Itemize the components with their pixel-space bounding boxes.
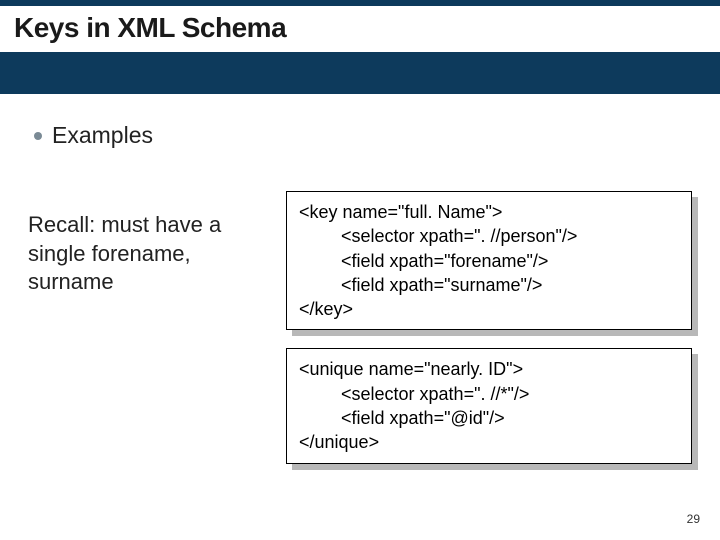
bullet-line: Examples [28,122,692,149]
page-number: 29 [687,512,700,526]
code-line: <selector xpath=". //*"/> [299,382,679,406]
code-line: <field xpath="surname"/> [299,273,679,297]
recall-text: Recall: must have a single forename, sur… [28,191,268,297]
code-line: </key> [299,299,353,319]
title-band [0,52,720,94]
slide-title: Keys in XML Schema [0,6,720,52]
slide-content: Examples Recall: must have a single fore… [0,94,720,464]
code-line: </unique> [299,432,379,452]
code-line: <unique name="nearly. ID"> [299,359,523,379]
code-line: <selector xpath=". //person"/> [299,224,679,248]
code-box-2: <unique name="nearly. ID"> <selector xpa… [286,348,692,463]
bullet-icon [34,132,42,140]
code-line: <field xpath="forename"/> [299,249,679,273]
example-row: Recall: must have a single forename, sur… [28,191,692,330]
code-box-1-wrap: <key name="full. Name"> <selector xpath=… [286,191,692,330]
code-line: <field xpath="@id"/> [299,406,679,430]
code-box-2-wrap: <unique name="nearly. ID"> <selector xpa… [286,348,692,463]
title-bar: Keys in XML Schema [0,0,720,52]
code-box-1: <key name="full. Name"> <selector xpath=… [286,191,692,330]
code-line: <key name="full. Name"> [299,202,502,222]
bullet-text: Examples [52,122,153,149]
